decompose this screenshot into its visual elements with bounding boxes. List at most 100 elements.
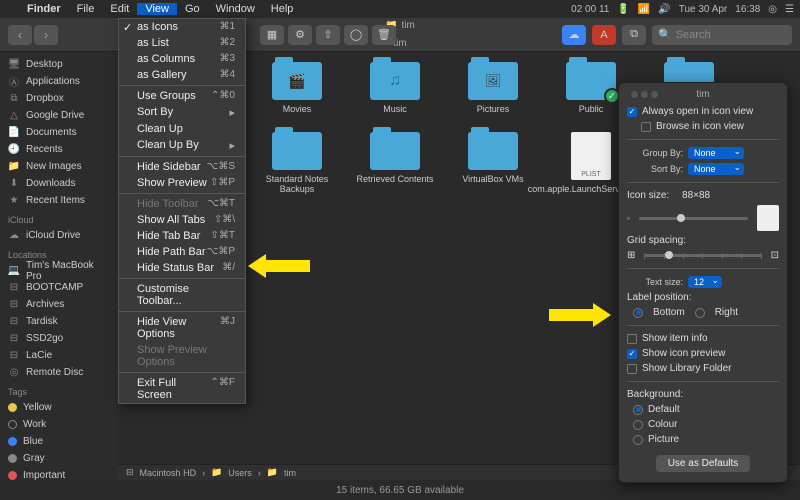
menuitem-customise-toolbar[interactable]: Customise Toolbar... (119, 281, 245, 309)
app-icon-2[interactable]: A (592, 25, 616, 45)
search-field[interactable]: 🔍 Search (652, 25, 792, 45)
menu-go[interactable]: Go (177, 3, 208, 15)
file-item[interactable]: Retrieved Contents (356, 132, 434, 194)
view-options-panel[interactable]: tim ✓Always open in icon view Browse in … (618, 82, 788, 483)
menu-view[interactable]: View (137, 3, 177, 15)
status-time[interactable]: 16:38 (735, 4, 760, 15)
sidebar-item[interactable]: ⊟LaCie (0, 347, 118, 364)
sidebar-item[interactable]: ⬇Downloads (0, 175, 118, 192)
menuitem-hide-status-bar[interactable]: Hide Status Bar⌘/ (119, 260, 245, 276)
checkbox-icon-preview[interactable]: ✓ (627, 349, 637, 359)
folder-icon: 📁 (267, 467, 278, 478)
sidebar-item[interactable]: ⊟SSD2go (0, 330, 118, 347)
file-item[interactable]: Movies (258, 62, 336, 114)
radio-label-bottom[interactable] (633, 308, 643, 318)
menu-edit[interactable]: Edit (102, 3, 137, 15)
menu-help[interactable]: Help (263, 3, 302, 15)
path-segment[interactable]: Macintosh HD (140, 468, 197, 478)
sidebar-section-tags: Tags (0, 381, 118, 399)
radio-bg-picture[interactable] (633, 435, 643, 445)
delete-button[interactable]: 🗑 (372, 25, 396, 45)
traffic-lights[interactable] (631, 91, 658, 98)
sidebar-item[interactable]: ◎Remote Disc (0, 364, 118, 381)
small-file-icon: ▫ (627, 214, 630, 223)
menuitem-use-groups[interactable]: Use Groups⌃⌘0 (119, 88, 245, 104)
select-group-by[interactable]: None (688, 147, 744, 159)
view-switcher-button[interactable]: ▦ (260, 25, 284, 45)
tags-button[interactable]: ◯ (344, 25, 368, 45)
recents-icon: 🕘 (8, 144, 20, 156)
checkbox-browse[interactable] (641, 122, 651, 132)
sidebar-item[interactable]: ☁iCloud Drive (0, 227, 118, 244)
file-item[interactable]: Standard Notes Backups (258, 132, 336, 194)
nav-back-button[interactable]: ‹ (8, 25, 32, 45)
file-item[interactable]: Music (356, 62, 434, 114)
menuitem-as-columns[interactable]: as Columns⌘3 (119, 51, 245, 67)
sidebar-item[interactable]: ⊟BOOTCAMP (0, 279, 118, 296)
sidebar-item[interactable]: ★Recent Items (0, 192, 118, 209)
path-segment[interactable]: Users (228, 468, 252, 478)
sidebar-item[interactable]: ⊟Tardisk (0, 313, 118, 330)
select-text-size[interactable]: 12 (688, 276, 722, 288)
wifi-icon[interactable]: 📶 (638, 4, 650, 15)
sidebar-tag[interactable]: Yellow (0, 399, 118, 416)
menu-file[interactable]: File (69, 3, 103, 15)
file-item[interactable]: VirtualBox VMs (454, 132, 532, 194)
menuitem-exit-full-screen[interactable]: Exit Full Screen⌃⌘F (119, 375, 245, 403)
grid-spacing-slider[interactable] (644, 254, 761, 257)
sidebar-tag[interactable]: Work (0, 416, 118, 433)
sidebar-item[interactable]: ⒶApplications (0, 73, 118, 90)
status-date[interactable]: Tue 30 Apr (679, 4, 728, 15)
desktop-icon: 🖥 (8, 59, 20, 71)
app-menu[interactable]: Finder (19, 3, 69, 15)
icon-size-slider[interactable] (639, 217, 748, 220)
arrange-button[interactable]: ⚙︎ (288, 25, 312, 45)
radio-bg-default[interactable] (633, 405, 643, 415)
menu-window[interactable]: Window (208, 3, 263, 15)
sidebar-item[interactable]: 💻Tim's MacBook Pro (0, 262, 118, 279)
menuitem-as-gallery[interactable]: as Gallery⌘4 (119, 67, 245, 83)
checkbox-always-open[interactable]: ✓ (627, 107, 637, 117)
documents-icon: 📄 (8, 127, 20, 139)
app-icon-1[interactable]: ☁ (562, 25, 586, 45)
menuitem-show-all-tabs[interactable]: Show All Tabs⇧⌘\ (119, 212, 245, 228)
menuitem-hide-view-options[interactable]: Hide View Options⌘J (119, 314, 245, 342)
folder-icon (272, 62, 322, 100)
menuitem-sort-by[interactable]: Sort By▸ (119, 104, 245, 121)
icloud-icon: ☁ (8, 230, 20, 242)
sidebar-item[interactable]: 📁New Images (0, 158, 118, 175)
sidebar-tag[interactable]: Important (0, 467, 118, 480)
menuitem-hide-sidebar[interactable]: Hide Sidebar⌥⌘S (119, 159, 245, 175)
sidebar-tag[interactable]: Blue (0, 433, 118, 450)
sidebar-item[interactable]: ⊟Archives (0, 296, 118, 313)
menuitem-clean-up-by[interactable]: Clean Up By▸ (119, 137, 245, 154)
volume-icon[interactable]: 🔊 (658, 4, 670, 15)
nav-forward-button[interactable]: › (34, 25, 58, 45)
share-button[interactable]: ⇧ (316, 25, 340, 45)
sidebar-item[interactable]: 🕘Recents (0, 141, 118, 158)
path-segment[interactable]: tim (284, 468, 296, 478)
file-item[interactable]: Pictures (454, 62, 532, 114)
menuitem-clean-up[interactable]: Clean Up (119, 121, 245, 137)
radio-bg-colour[interactable] (633, 420, 643, 430)
sidebar-item[interactable]: △Google Drive (0, 107, 118, 124)
radio-label-right[interactable] (695, 308, 705, 318)
menuitem-hide-path-bar[interactable]: Hide Path Bar⌥⌘P (119, 244, 245, 260)
checkbox-show-library[interactable] (627, 364, 637, 374)
sidebar-item[interactable]: 📄Documents (0, 124, 118, 141)
notification-icon[interactable]: ☰ (785, 4, 794, 15)
sidebar-tag[interactable]: Gray (0, 450, 118, 467)
checkbox-item-info[interactable] (627, 334, 637, 344)
sidebar-item[interactable]: ⧉Dropbox (0, 90, 118, 107)
menuitem-as-icons[interactable]: ✓as Icons⌘1 (119, 19, 245, 35)
use-as-defaults-button[interactable]: Use as Defaults (656, 455, 751, 472)
large-file-icon (757, 205, 779, 231)
menuitem-show-preview[interactable]: Show Preview⇧⌘P (119, 175, 245, 191)
siri-icon[interactable]: ◎ (768, 4, 777, 15)
menuitem-hide-tab-bar[interactable]: Hide Tab Bar⇧⌘T (119, 228, 245, 244)
sidebar-item[interactable]: 🖥Desktop (0, 56, 118, 73)
disk-icon: ⊟ (8, 299, 20, 311)
menuitem-as-list[interactable]: as List⌘2 (119, 35, 245, 51)
select-sort-by[interactable]: None (688, 163, 744, 175)
dropbox-toolbar-icon[interactable]: ⧉ (622, 25, 646, 45)
